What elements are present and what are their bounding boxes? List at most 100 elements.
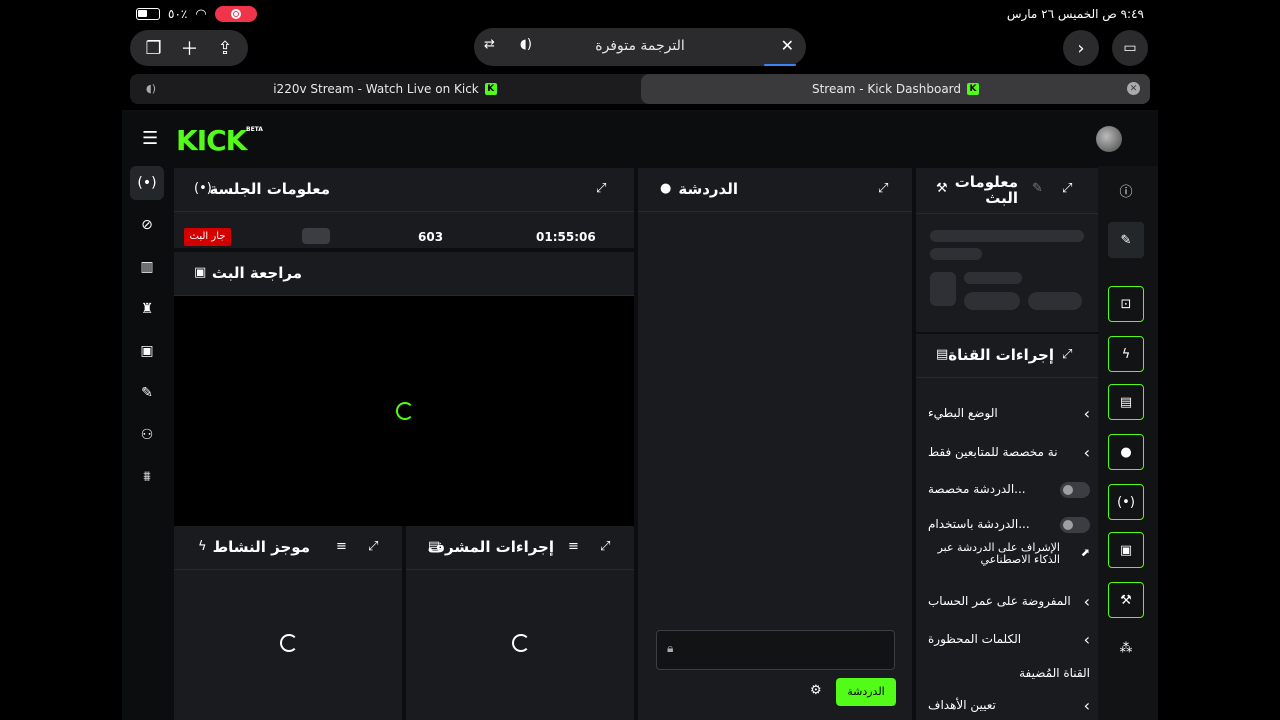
session-panel-icon[interactable]: (•)	[1108, 484, 1144, 520]
lightning-icon: ϟ	[198, 539, 207, 554]
nav-analytics-icon[interactable]: ▥	[130, 250, 164, 284]
panel-title: معلومات البث	[954, 173, 1018, 207]
browser-actions: ❐ ＋ ⇪	[130, 30, 248, 66]
close-tab-icon[interactable]: ✕	[1127, 82, 1140, 95]
kick-logo[interactable]: KICK	[176, 124, 247, 157]
panel-header: مراجعة البث ▣	[174, 252, 634, 296]
channel-actions-panel-icon[interactable]: ▣	[1108, 532, 1144, 568]
stream-info-panel-icon[interactable]: ⚒	[1108, 582, 1144, 618]
kick-dashboard: ☰ KICK BETA (•) ⊘ ▥ ♜ ▣ ✎ ⚇ ⩩ ⤢ معلومات …	[122, 110, 1158, 720]
close-icon[interactable]: ✕	[781, 36, 794, 55]
activity-feed-panel: ⤢ ≡ موجز النشاط ϟ	[174, 526, 402, 720]
address-bar[interactable]: ⇄ ◖) الترجمة متوفرة ✕	[474, 28, 806, 66]
row-label: القناة المُضيفة	[1019, 666, 1090, 680]
kick-favicon-icon: K	[484, 83, 497, 95]
tabs-overview-icon[interactable]: ❐	[145, 38, 161, 59]
sidebar-icon: ▭	[1123, 40, 1137, 56]
expand-icon[interactable]: ⤢	[368, 539, 378, 554]
mod-actions-panel-icon[interactable]: ▤	[1108, 384, 1144, 420]
battery-percent: ٥٠٪	[168, 7, 188, 21]
filter-icon[interactable]: ≡	[568, 539, 579, 554]
activity-panel-icon[interactable]: ϟ	[1108, 336, 1144, 372]
share-icon[interactable]: ⇪	[217, 38, 232, 59]
skeleton-line	[930, 230, 1084, 242]
edit-icon[interactable]: ✎	[1032, 181, 1043, 196]
ai-moderation-row[interactable]: الإشراف على الدردشة عبر الذكاء الاصطناعي…	[928, 542, 1090, 582]
panel-title: موجز النشاط	[212, 538, 310, 556]
channel-actions-panel: ⤢ إجراءات القناة ▤ الوضع البطيء › نة مخص…	[916, 334, 1098, 720]
expand-icon[interactable]: ⤢	[1062, 347, 1072, 362]
expand-icon[interactable]: ⤢	[600, 539, 610, 554]
left-nav-rail: (•) ⊘ ▥ ♜ ▣ ✎ ⚇ ⩩	[122, 166, 172, 720]
app-header: ☰ KICK BETA	[122, 110, 1158, 166]
nav-community-icon[interactable]: ⩩	[130, 460, 164, 494]
chevron-right-icon: ›	[1077, 37, 1085, 59]
filter-icon[interactable]: ≡	[336, 539, 347, 554]
sidebar-toggle-button[interactable]: ▭	[1112, 30, 1148, 66]
avatar[interactable]	[1096, 126, 1122, 152]
address-text: الترجمة متوفرة	[595, 38, 685, 54]
more-apps-icon[interactable]: ⁂	[1108, 630, 1144, 666]
set-goals-row[interactable]: تعيين الأهداف ›	[928, 696, 1090, 720]
send-chat-button[interactable]: الدردشة	[836, 678, 896, 706]
browser-toolbar: ❐ ＋ ⇪ ⇄ ◖) الترجمة متوفرة ✕ › ▭	[0, 28, 1280, 68]
panel-header: ⤢ ≡ موجز النشاط ϟ	[174, 526, 402, 570]
panel-header: ⤢ إجراءات القناة ▤	[916, 334, 1098, 378]
skeleton-thumb	[930, 272, 956, 306]
settings-icon[interactable]: ⚙	[810, 683, 822, 698]
chat-panel-icon[interactable]: ●	[1108, 434, 1144, 470]
video-icon: ▣	[194, 265, 207, 280]
new-tab-icon[interactable]: ＋	[181, 35, 199, 61]
toggle-switch[interactable]	[1060, 517, 1090, 533]
subscribers-chat-row[interactable]: ...الدردشة مخصصة	[928, 482, 1090, 512]
forward-button[interactable]: ›	[1063, 30, 1099, 66]
chevron-right-icon: ›	[1083, 404, 1090, 423]
toggle-switch[interactable]	[1060, 482, 1090, 498]
nav-tools-icon[interactable]: ✎	[130, 376, 164, 410]
chat-panel: ⤢ الدردشة ● 🔒︎ ⚙ الدردشة	[638, 168, 912, 720]
info-icon[interactable]: ⓘ	[1108, 172, 1144, 208]
chat-bubble-icon: ●	[660, 181, 672, 196]
tab-kick-dashboard[interactable]: Stream - Kick Dashboard K ✕	[641, 74, 1150, 104]
document-icon: ▤	[428, 539, 441, 554]
panel-title: إجراءات القناة	[948, 346, 1054, 364]
panel-header: ⤢ الدردشة ●	[638, 168, 912, 212]
live-badge: جار البث	[184, 228, 231, 246]
account-age-row[interactable]: المفروضة على عمر الحساب ›	[928, 592, 1090, 624]
battery-icon	[136, 8, 160, 20]
expand-icon[interactable]: ⤢	[878, 181, 888, 196]
tab-strip: ◖) i220v Stream - Watch Live on Kick K S…	[130, 74, 1150, 104]
panel-header: ⤢ ✎ معلومات البث ⚒	[916, 168, 1098, 214]
panel-title: إجراءات المشرف	[427, 538, 554, 556]
followers-only-row[interactable]: نة مخصصة للمتابعين فقط ›	[928, 443, 1090, 475]
expand-icon[interactable]: ⤢	[1062, 181, 1072, 196]
nav-links-icon[interactable]: ⊘	[130, 208, 164, 242]
external-link-icon: ⬈	[1080, 546, 1090, 559]
screen-record-indicator	[214, 6, 257, 22]
host-channel-row[interactable]: القناة المُضيفة	[928, 666, 1090, 696]
chat-input[interactable]: 🔒︎	[656, 630, 895, 670]
load-progress	[764, 64, 796, 66]
nav-users-icon[interactable]: ⚇	[130, 418, 164, 452]
loading-spinner	[280, 634, 298, 652]
stream-info-panel: ⤢ ✎ معلومات البث ⚒	[916, 168, 1098, 332]
menu-icon[interactable]: ☰	[142, 128, 158, 149]
row-label: الإشراف على الدردشة عبر الذكاء الاصطناعي	[937, 541, 1060, 566]
banned-words-row[interactable]: الكلمات المحظورة ›	[928, 630, 1090, 662]
nav-stream-icon[interactable]: (•)	[130, 166, 164, 200]
lock-icon: 🔒︎	[667, 641, 674, 655]
nav-trophy-icon[interactable]: ♜	[130, 292, 164, 326]
row-label: نة مخصصة للمتابعين فقط	[928, 445, 1058, 459]
nav-video-icon[interactable]: ▣	[130, 334, 164, 368]
channel-actions-icon: ▤	[936, 347, 949, 362]
panel-title: الدردشة	[678, 180, 738, 198]
status-time-date: ٩:٤٩ ص الخميس ٢٦ مارس	[1006, 7, 1144, 21]
preview-panel-icon[interactable]: ⊡	[1108, 286, 1144, 322]
panel-title: معلومات الجلسة	[209, 180, 330, 198]
tab-kick-live[interactable]: ◖) i220v Stream - Watch Live on Kick K	[130, 74, 640, 104]
expand-icon[interactable]: ⤢	[596, 181, 606, 196]
row-label: الوضع البطيء	[928, 406, 998, 420]
viewer-count: 603	[418, 230, 444, 244]
edit-icon[interactable]: ✎	[1108, 222, 1144, 258]
slow-mode-row[interactable]: الوضع البطيء ›	[928, 404, 1090, 436]
